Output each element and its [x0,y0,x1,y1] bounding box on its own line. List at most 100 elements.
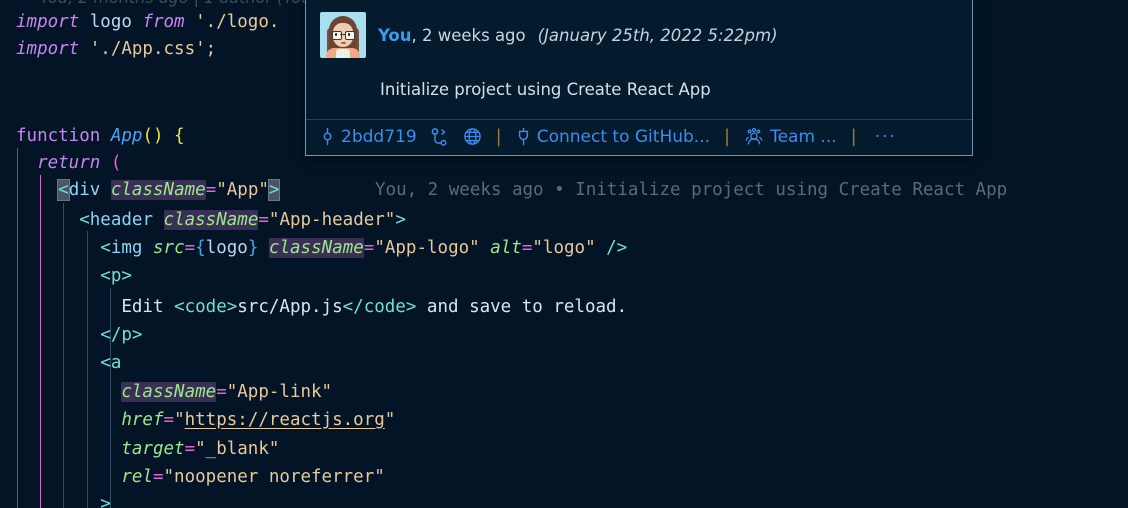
token-keyword-import: import [16,12,80,32]
token-string-css-path: './App.css'; [79,39,217,59]
code-line-a-target: target="_blank" [16,437,279,461]
footer-separator-2: | [724,126,731,147]
token-attr-src: src [153,238,185,258]
token-identifier-logo: logo [79,12,143,32]
token-keyword-return: return [16,153,101,173]
code-line-a-close-bracket: > [16,492,111,508]
code-line-clipped: You, 2 months ago | 1 author (You) [40,0,318,10]
token-bracket-match-close: > [267,179,281,201]
token-keyword-import: import [16,39,80,59]
code-line-import-css: import './App.css'; [16,37,216,61]
token-equals: = [152,467,164,487]
more-actions-button[interactable]: ··· [871,127,901,147]
token-equals: = [184,439,196,459]
token-string-app: "App" [216,180,269,200]
code-editor[interactable]: You, 2 months ago | 1 author (You) impor… [0,0,1128,508]
token-keyword-from: from [142,12,185,32]
inline-blame-annotation[interactable]: You, 2 weeks ago • Initialize project us… [375,178,1007,202]
token-keyword-function: function [16,126,111,146]
token-quote-close: " [384,410,396,430]
token-string-app-header: "App-header" [268,210,396,230]
token-equals: = [163,410,175,430]
author-relative-time: , 2 weeks ago [411,25,526,45]
popup-footer: 2bdd719 | Connect to GitHub... | Team ..… [306,119,972,155]
popup-author-row: You, 2 weeks ago (January 25th, 2022 5:22… [320,12,958,58]
code-line-edit-text: Edit <code>src/App.js</code> and save to… [16,295,627,319]
team-label: Team ... [770,126,837,147]
token-identifier-logo: logo [205,238,248,258]
commit-sha-button[interactable]: 2bdd719 [320,127,417,147]
token-equals: = [363,238,375,258]
token-quote-open: " [174,410,185,430]
token-tag-code-open: <code> [174,297,238,317]
token-tagname-header: header [89,210,153,230]
globe-icon [463,127,482,146]
token-angle-open: < [100,238,111,258]
token-attr-target: target [121,439,185,459]
token-text-save-reload: and save to reload. [416,297,628,317]
open-on-remote-button[interactable] [463,127,482,146]
git-commit-icon [320,127,335,146]
token-string-blank: "_blank" [195,439,280,459]
compare-changes-button[interactable] [431,127,449,146]
author-absolute-date: (January 25th, 2022 5:22pm) [537,25,778,45]
token-brace-open: { [163,126,185,146]
code-line-a-href: href="https://reactjs.org" [16,408,395,432]
plug-icon [516,127,531,146]
token-equals: = [216,382,227,402]
token-paren-open: ( [100,153,122,173]
token-angle-close: > [100,494,111,508]
token-equals: = [258,210,269,230]
code-line-div-open: <div className="App"> [16,178,281,202]
code-line-import-logo: import logo from './logo. [16,10,279,34]
token-brace-open: { [195,238,206,258]
token-parens: () [142,126,164,146]
token-angle-close: > [395,210,406,230]
token-equals: = [205,180,217,200]
token-angle-open: < [79,210,90,230]
git-compare-icon [431,127,449,146]
popup-author-line: You, 2 weeks ago (January 25th, 2022 5:22… [378,26,778,45]
git-blame-hover-popup[interactable]: You, 2 weeks ago (January 25th, 2022 5:22… [305,0,973,156]
code-line-function-app: function App() { [16,124,185,148]
token-brace-close: } [247,238,259,258]
token-tag-p-close: </p> [100,325,143,345]
token-attr-alt: alt [490,238,522,258]
code-line-img: <img src={logo} className="App-logo" alt… [16,236,627,260]
token-tag-a-open: <a [100,353,122,373]
token-attr-classname: className [110,180,206,200]
footer-separator-1: | [495,126,502,147]
author-name: You [378,25,412,45]
organization-icon [744,127,764,146]
token-tagname-div: div [68,180,101,200]
token-text-src-app-js: src/App.js [237,297,343,317]
token-string-logo-path: './logo. [184,12,280,32]
popup-body: You, 2 weeks ago (January 25th, 2022 5:22… [306,0,972,119]
token-tag-code-close: </code> [342,297,417,317]
token-link-reactjs-org[interactable]: https://reactjs.org [185,410,385,430]
token-string-logo: "logo" [532,238,596,258]
token-attr-classname: className [121,382,217,402]
code-line-a-rel: rel="noopener noreferrer" [16,465,385,489]
code-line-header-open: <header className="App-header"> [16,208,406,232]
token-equals: = [184,238,196,258]
token-equals: = [521,238,533,258]
token-self-close: /> [595,238,628,258]
connect-to-github-button[interactable]: Connect to GitHub... [516,127,710,147]
commit-message: Initialize project using Create React Ap… [380,80,711,99]
code-line-a-classname: className="App-link" [16,380,332,404]
code-line-a-open: <a [16,351,121,375]
team-button[interactable]: Team ... [744,127,837,147]
token-attr-classname: className [163,210,259,230]
connect-to-github-label: Connect to GitHub... [536,126,711,147]
commit-sha-label: 2bdd719 [341,126,417,147]
token-tag-p-open: <p> [100,266,132,286]
token-bracket-match-open: < [57,179,70,201]
token-string-noopener: "noopener noreferrer" [163,467,385,487]
token-attr-rel: rel [121,467,153,487]
code-line-return: return ( [16,151,121,175]
token-text-edit: Edit [121,297,175,317]
code-line-p-open: <p> [16,264,132,288]
avatar [320,12,366,58]
token-attr-classname: className [268,238,364,258]
